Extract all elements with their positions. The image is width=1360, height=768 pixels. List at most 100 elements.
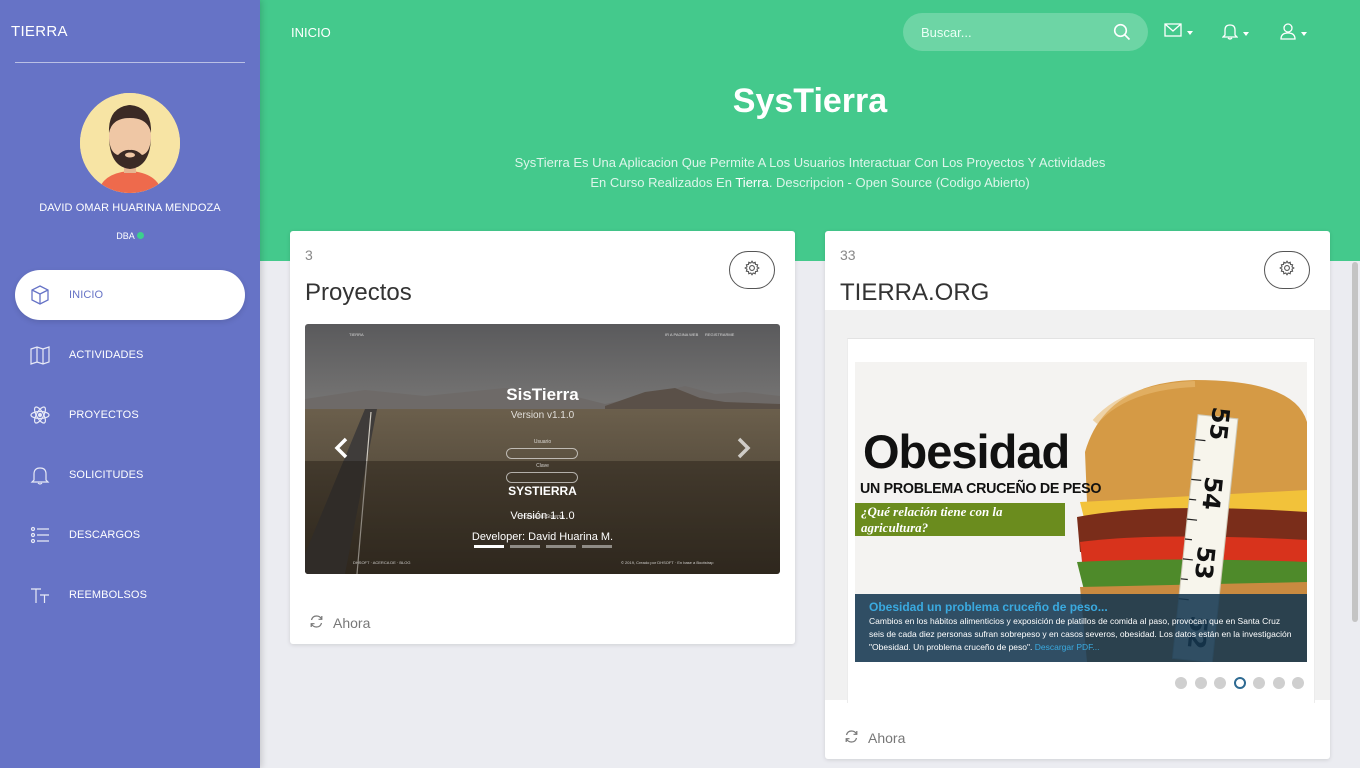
- sidebar-item-label: PROYECTOS: [69, 409, 139, 421]
- chevron-down-icon: [1187, 30, 1193, 35]
- search-input[interactable]: [921, 22, 1106, 42]
- text-size-icon: [29, 584, 51, 606]
- description-highlight: Tierra: [735, 175, 769, 190]
- projects-card: 3 Proyectos TIERRA IR A PAGINA WEB REGIS…: [290, 231, 795, 644]
- carousel-dot[interactable]: [1175, 677, 1187, 689]
- search-box[interactable]: [903, 13, 1148, 51]
- gear-icon: [1279, 259, 1295, 281]
- sidebar-item-label: ACTIVIDADES: [69, 349, 144, 361]
- carousel-dot[interactable]: [1253, 677, 1265, 689]
- bell-icon: [1221, 23, 1239, 45]
- banner-subheadline: UN PROBLEMA CRUCEÑO DE PESO: [860, 480, 1102, 497]
- chevron-down-icon: [1243, 32, 1249, 36]
- envelope-icon: [1164, 23, 1182, 42]
- notifications-dropdown[interactable]: [1221, 23, 1249, 45]
- refresh-icon[interactable]: [844, 729, 859, 747]
- carousel-dot[interactable]: [1194, 677, 1207, 689]
- slide-user-field: [506, 448, 578, 459]
- header: INICIO SysTierra SysTierra Es Una Aplica…: [260, 0, 1360, 261]
- carousel-prev-icon[interactable]: [334, 437, 348, 464]
- carousel-dot[interactable]: [1214, 677, 1226, 689]
- chevron-down-icon: [1301, 32, 1307, 36]
- settings-button[interactable]: [1264, 251, 1310, 289]
- banner-headline: Obesidad: [863, 425, 1070, 478]
- card-count: 3: [305, 247, 313, 263]
- sidebar-item-solicitudes[interactable]: SOLICITUDES: [15, 450, 245, 500]
- banner-question: ¿Qué relación tiene con la agricultura?: [855, 503, 1065, 536]
- slide-nav-link: REGISTRARME: [705, 332, 735, 337]
- user-name: DAVID OMAR HUARINA MENDOZA: [39, 202, 221, 214]
- slide-nav-brand: TIERRA: [349, 332, 364, 337]
- card-title: TIERRA.ORG: [840, 279, 990, 306]
- gear-icon: [744, 259, 760, 281]
- refresh-icon[interactable]: [309, 614, 324, 632]
- carousel-next-icon[interactable]: [737, 437, 751, 464]
- sidebar-item-label: DESCARGOS: [69, 529, 141, 541]
- sidebar: TIERRA DAVID OMAR HUARINA MENDOZA DBA IN…: [0, 0, 260, 768]
- messages-dropdown[interactable]: [1164, 23, 1193, 42]
- tape-number: 55: [1204, 406, 1235, 442]
- page-scrollbar[interactable]: [1352, 262, 1358, 622]
- last-update-label: Ahora: [868, 730, 906, 746]
- projects-carousel[interactable]: TIERRA IR A PAGINA WEB REGISTRARME SisTi…: [305, 324, 780, 574]
- slide-pass-field: [506, 472, 578, 483]
- card-count: 33: [840, 247, 856, 263]
- sidebar-nav: INICIO ACTIVIDADES PROYECTOS SOLICITUDES…: [15, 270, 245, 630]
- online-status-dot: [136, 232, 144, 239]
- user-role-label: DBA: [116, 231, 135, 241]
- atom-icon: [29, 404, 51, 426]
- sidebar-item-reembolsos[interactable]: REEMBOLSOS: [15, 570, 245, 620]
- slide-pass-label: Clave: [536, 463, 549, 469]
- page-description: SysTierra Es Una Aplicacion Que Permite …: [510, 153, 1110, 193]
- news-caption-text: Cambios en los hábitos alimenticios y ex…: [869, 615, 1293, 654]
- sidebar-item-inicio[interactable]: INICIO: [15, 270, 245, 320]
- sidebar-item-proyectos[interactable]: PROYECTOS: [15, 390, 245, 440]
- card-title: Proyectos: [305, 279, 412, 306]
- slide-user-label: Usuario: [533, 439, 552, 445]
- carousel-dot-active[interactable]: [1233, 677, 1246, 689]
- sidebar-item-actividades[interactable]: ACTIVIDADES: [15, 330, 245, 380]
- brand-name[interactable]: TIERRA: [11, 23, 68, 40]
- sidebar-item-label: INICIO: [69, 289, 104, 301]
- slide-app-name: SisTierra: [506, 385, 579, 404]
- card-footer: Ahora: [844, 729, 905, 747]
- carousel-indicator[interactable]: [582, 545, 612, 548]
- breadcrumb[interactable]: INICIO: [291, 25, 331, 40]
- news-caption-title[interactable]: Obesidad un problema cruceño de peso...: [869, 600, 1293, 614]
- tape-number: 54: [1196, 475, 1227, 511]
- search-icon[interactable]: [1113, 23, 1131, 46]
- user-icon: [1280, 23, 1296, 45]
- sidebar-item-label: SOLICITUDES: [69, 469, 144, 481]
- list-icon: [29, 524, 51, 546]
- download-pdf-link[interactable]: Descargar PDF...: [1035, 642, 1100, 652]
- page-title: SysTierra: [732, 82, 888, 120]
- tape-number: 53: [1189, 545, 1220, 581]
- map-icon: [29, 344, 51, 366]
- carousel-indicator[interactable]: [510, 545, 540, 548]
- carousel-indicator[interactable]: [546, 545, 576, 548]
- user-dropdown[interactable]: [1280, 23, 1307, 45]
- avatar[interactable]: [80, 93, 180, 193]
- carousel-dots: [1175, 677, 1312, 689]
- cube-icon: [29, 284, 51, 306]
- sidebar-item-descargos[interactable]: DESCARGOS: [15, 510, 245, 560]
- carousel-indicator[interactable]: [474, 545, 504, 548]
- divider: [15, 62, 245, 63]
- last-update-label: Ahora: [333, 615, 371, 631]
- carousel-dot[interactable]: [1292, 677, 1304, 689]
- description-text: . Descripcion - Open Source (Codigo Abie…: [768, 175, 1030, 190]
- tierra-org-card: 33 TIERRA.ORG 55 54 53 Obesidad UN PROBL…: [825, 231, 1330, 759]
- carousel-caption-developer: Developer: David Huarina M.: [471, 531, 614, 543]
- news-caption: Obesidad un problema cruceño de peso... …: [855, 594, 1307, 662]
- card-footer: Ahora: [309, 614, 370, 632]
- slide-footer-copy: © 2019, Creado por DHSOFT · En base a Bo…: [621, 560, 714, 565]
- carousel-dot[interactable]: [1272, 677, 1285, 689]
- user-role: DBA: [0, 231, 260, 241]
- settings-button[interactable]: [729, 251, 775, 289]
- bell-icon: [29, 464, 51, 486]
- sidebar-item-label: REEMBOLSOS: [69, 589, 148, 601]
- slide-nav-link: IR A PAGINA WEB: [665, 332, 699, 337]
- news-carousel[interactable]: 55 54 53 52 Obesidad UN PROBLEMA CRUCEÑO…: [855, 362, 1307, 662]
- slide-footer-links: DHSOFT · ACERCA DE · BLOG: [353, 560, 411, 565]
- carousel-caption-title: SYSTIERRA: [508, 484, 577, 498]
